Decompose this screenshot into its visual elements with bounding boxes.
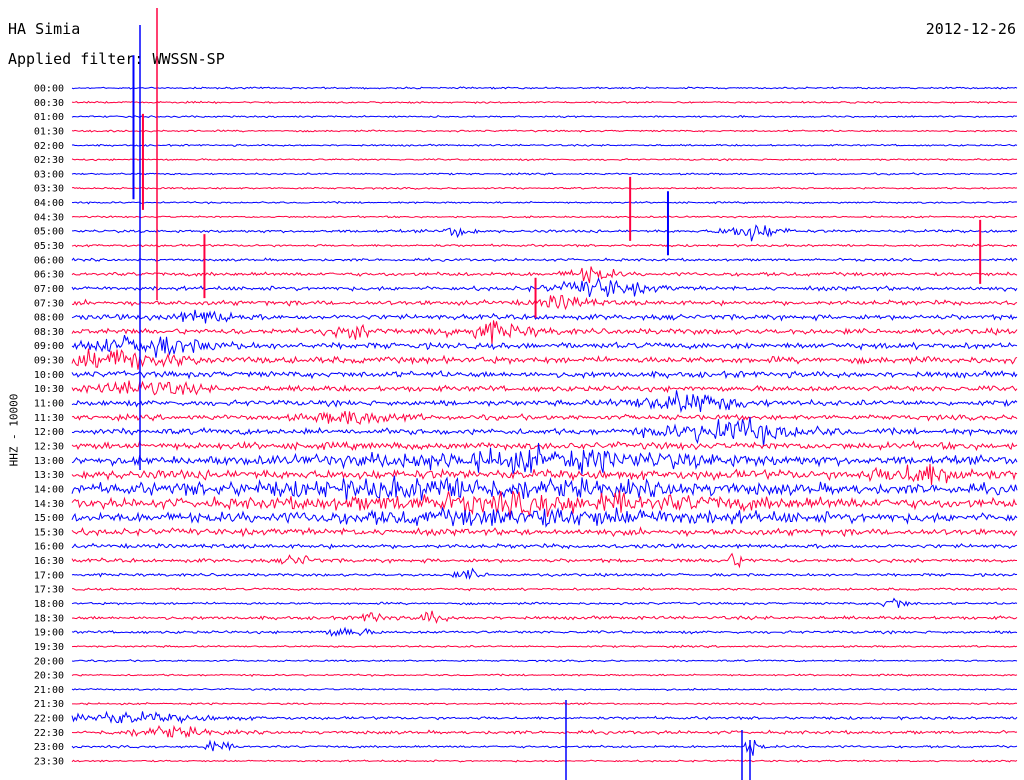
y-tick-label: 23:30 bbox=[34, 757, 64, 768]
trace-line-06:30 bbox=[71, 266, 1018, 284]
trace-line-19:30 bbox=[71, 644, 1018, 649]
y-tick-label: 06:30 bbox=[34, 270, 64, 281]
y-tick-label: 15:00 bbox=[34, 513, 64, 524]
trace-line-01:00 bbox=[71, 114, 1018, 119]
trace-line-17:00 bbox=[71, 567, 1018, 580]
y-tick-label: 04:30 bbox=[34, 212, 64, 223]
y-tick-label: 19:30 bbox=[34, 642, 64, 653]
trace-line-11:00 bbox=[71, 390, 1018, 414]
trace-line-12:30 bbox=[71, 440, 1018, 452]
trace-line-22:00 bbox=[71, 710, 1018, 725]
y-tick-label: 17:30 bbox=[34, 585, 64, 596]
trace-line-18:00 bbox=[71, 597, 1018, 608]
trace-line-23:00 bbox=[71, 739, 1018, 756]
y-tick-label: 12:00 bbox=[34, 427, 64, 438]
y-tick-label: 21:00 bbox=[34, 685, 64, 696]
y-tick-label: 23:00 bbox=[34, 742, 64, 753]
y-tick-label: 12:30 bbox=[34, 441, 64, 452]
y-tick-label: 22:30 bbox=[34, 728, 64, 739]
y-tick-label: 07:30 bbox=[34, 298, 64, 309]
y-tick-label: 01:00 bbox=[34, 112, 64, 123]
trace-line-10:00 bbox=[71, 370, 1018, 380]
seismogram-plot: 00:00 00:30 01:00 01:30 02:00 02:30 03:00 03:30… bbox=[34, 8, 1018, 780]
trace-line-03:00 bbox=[71, 172, 1018, 176]
trace-line-11:30 bbox=[71, 410, 1018, 425]
y-tick-label: 05:30 bbox=[34, 241, 64, 252]
trace-line-03:30 bbox=[71, 186, 1018, 190]
trace-line-05:30 bbox=[71, 243, 1018, 248]
trace-line-21:00 bbox=[71, 687, 1018, 692]
y-tick-label: 09:00 bbox=[34, 341, 64, 352]
y-tick-label: 16:00 bbox=[34, 542, 64, 553]
trace-line-00:00 bbox=[71, 86, 1018, 90]
y-tick-label: 09:30 bbox=[34, 356, 64, 367]
y-tick-label: 10:30 bbox=[34, 384, 64, 395]
y-tick-label: 03:00 bbox=[34, 169, 64, 180]
trace-line-08:30 bbox=[71, 320, 1018, 345]
y-tick-label: 08:30 bbox=[34, 327, 64, 338]
y-tick-label: 11:30 bbox=[34, 413, 64, 424]
y-tick-label: 00:00 bbox=[34, 84, 64, 95]
trace-line-15:30 bbox=[71, 526, 1018, 538]
trace-line-05:00 bbox=[72, 224, 1018, 242]
trace-line-13:30 bbox=[71, 463, 1018, 485]
y-tick-label: 16:30 bbox=[34, 556, 64, 567]
trace-line-12:00 bbox=[71, 416, 1018, 447]
trace-line-00:30 bbox=[71, 100, 1018, 105]
y-tick-label: 15:30 bbox=[34, 527, 64, 538]
y-tick-label: 01:30 bbox=[34, 126, 64, 137]
y-tick-label: 17:00 bbox=[34, 570, 64, 581]
y-tick-label: 13:30 bbox=[34, 470, 64, 481]
y-tick-label: 14:00 bbox=[34, 484, 64, 495]
trace-line-18:30 bbox=[71, 610, 1018, 625]
trace-line-07:30 bbox=[71, 295, 1018, 311]
y-tick-label: 14:30 bbox=[34, 499, 64, 510]
y-tick-label: 04:00 bbox=[34, 198, 64, 209]
y-tick-label: 19:00 bbox=[34, 628, 64, 639]
trace-line-01:30 bbox=[71, 129, 1018, 133]
y-tick-label: 20:30 bbox=[34, 671, 64, 682]
trace-line-15:00 bbox=[71, 506, 1018, 528]
y-tick-label: 02:30 bbox=[34, 155, 64, 166]
trace-line-17:30 bbox=[72, 586, 1018, 592]
trace-line-21:30 bbox=[72, 702, 1018, 706]
trace-line-23:30 bbox=[71, 759, 1018, 763]
y-tick-label: 18:00 bbox=[34, 599, 64, 610]
trace-line-20:30 bbox=[71, 673, 1018, 677]
y-tick-label: 02:00 bbox=[34, 141, 64, 152]
trace-line-06:00 bbox=[71, 257, 1018, 262]
y-tick-label: 08:00 bbox=[34, 313, 64, 324]
y-tick-label: 21:30 bbox=[34, 699, 64, 710]
trace-line-09:30 bbox=[71, 348, 1018, 370]
y-tick-label: 11:00 bbox=[34, 399, 64, 410]
y-tick-label: 13:00 bbox=[34, 456, 64, 467]
trace-line-14:00 bbox=[71, 475, 1018, 502]
trace-line-19:00 bbox=[71, 626, 1018, 637]
trace-line-04:30 bbox=[71, 215, 1018, 219]
y-tick-label: 18:30 bbox=[34, 613, 64, 624]
y-tick-label: 20:00 bbox=[34, 656, 64, 667]
trace-line-04:00 bbox=[71, 200, 1018, 205]
y-tick-label: 10:00 bbox=[34, 370, 64, 381]
trace-line-09:00 bbox=[71, 334, 1018, 358]
trace-line-02:30 bbox=[71, 158, 1018, 162]
trace-line-08:00 bbox=[71, 309, 1018, 324]
y-tick-label: 03:30 bbox=[34, 184, 64, 195]
trace-line-07:00 bbox=[71, 277, 1018, 298]
y-tick-label: 07:00 bbox=[34, 284, 64, 295]
trace-line-16:00 bbox=[71, 542, 1018, 550]
trace-line-22:30 bbox=[71, 724, 1018, 739]
trace-line-02:00 bbox=[71, 143, 1018, 147]
trace-line-10:30 bbox=[71, 380, 1018, 396]
y-tick-label: 05:00 bbox=[34, 227, 64, 238]
trace-line-16:30 bbox=[71, 552, 1017, 569]
y-tick-label: 06:00 bbox=[34, 255, 64, 266]
y-tick-label: 00:30 bbox=[34, 98, 64, 109]
trace-line-20:00 bbox=[71, 659, 1018, 663]
y-tick-label: 22:00 bbox=[34, 714, 64, 725]
